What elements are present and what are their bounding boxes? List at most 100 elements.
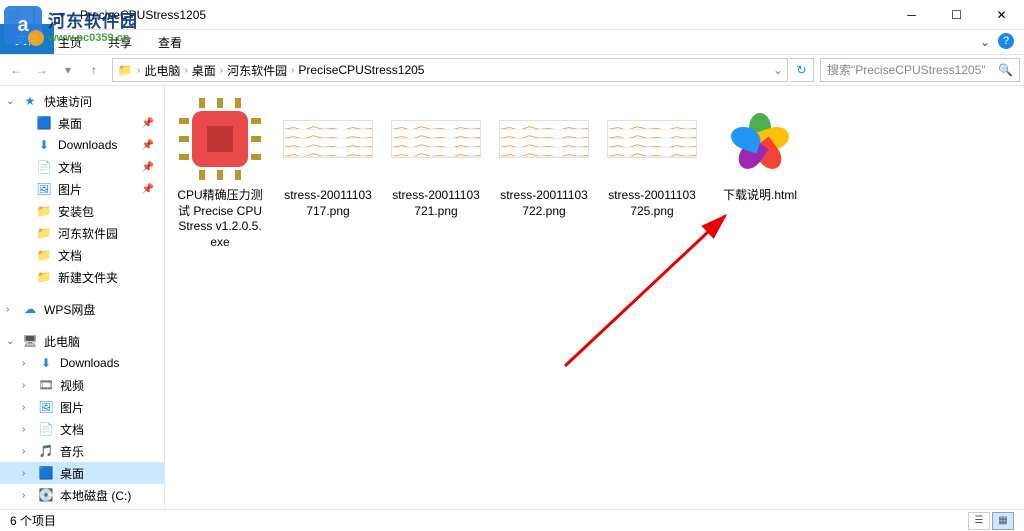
help-button[interactable]: ? <box>998 33 1014 49</box>
doc-icon: 📄 <box>36 159 52 175</box>
navigation-pane: ⌄ ★ 快速访问 🟦桌面📌⬇Downloads📌📄文档📌🖼图片📌📁安装包📁河东软… <box>0 86 165 509</box>
sidebar-item-label: 图片 <box>58 181 82 198</box>
sidebar-this-pc[interactable]: ⌄ 🖥 此电脑 <box>0 330 164 352</box>
expand-icon[interactable]: › <box>6 304 16 315</box>
ribbon: 文件 主页 共享 查看 ⌄ ? <box>0 30 1024 54</box>
pic-icon: 🖼 <box>36 181 52 197</box>
sidebar-item-label: 河东软件园 <box>58 225 118 242</box>
sidebar-item[interactable]: 🟦桌面📌 <box>0 112 164 134</box>
sidebar-item[interactable]: › 🟦 桌面 <box>0 462 164 484</box>
dl-icon: ⬇ <box>36 137 52 153</box>
sidebar-item-label: 文档 <box>60 421 84 438</box>
search-input[interactable] <box>827 63 998 77</box>
expand-icon[interactable]: › <box>22 402 32 413</box>
sidebar-item[interactable]: ⬇Downloads📌 <box>0 134 164 156</box>
sidebar-item-label: 桌面 <box>60 465 84 482</box>
sidebar-item[interactable]: ›🖼图片 <box>0 396 164 418</box>
file-item[interactable]: stress-20011103725.png <box>607 94 697 219</box>
chevron-right-icon: › <box>137 65 140 76</box>
sidebar-item[interactable]: 📁 新建文件夹 <box>0 266 164 288</box>
back-button[interactable]: ← <box>4 58 28 82</box>
sidebar-item[interactable]: ›🎵音乐 <box>0 440 164 462</box>
sidebar-item-label: 音乐 <box>60 443 84 460</box>
sidebar-item[interactable]: ›⬇Downloads <box>0 352 164 374</box>
file-pane[interactable]: CPU精确压力测试 Precise CPU Stress v1.2.0.5.ex… <box>165 86 1024 509</box>
pin-icon: 📌 <box>142 140 154 151</box>
png-thumbnail <box>283 120 373 158</box>
file-item[interactable]: CPU精确压力测试 Precise CPU Stress v1.2.0.5.ex… <box>175 94 265 250</box>
dl-icon: ⬇ <box>38 355 54 371</box>
search-icon[interactable]: 🔍 <box>998 63 1013 77</box>
qat-divider: ▏ <box>30 7 46 23</box>
sidebar-item-label: 图片 <box>60 399 84 416</box>
forward-button[interactable]: → <box>30 58 54 82</box>
up-button[interactable]: ↑ <box>82 58 106 82</box>
ribbon-expand-icon[interactable]: ⌄ <box>980 35 990 49</box>
sidebar-quick-access[interactable]: ⌄ ★ 快速访问 <box>0 90 164 112</box>
tab-home[interactable]: 主页 <box>54 32 86 53</box>
sidebar-item-label: 文档 <box>58 159 82 176</box>
sidebar-item[interactable]: 🖼图片📌 <box>0 178 164 200</box>
cloud-icon: ☁ <box>22 301 38 317</box>
png-thumbnail <box>391 120 481 158</box>
sidebar-item-label: 安装包 <box>58 203 94 220</box>
navigation-bar: ← → ▾ ↑ 📁 › 此电脑 › 桌面 › 河东软件园 › PreciseCP… <box>0 54 1024 86</box>
address-bar[interactable]: 📁 › 此电脑 › 桌面 › 河东软件园 › PreciseCPUStress1… <box>112 58 788 82</box>
maximize-button[interactable]: ☐ <box>934 0 979 30</box>
folder-icon: 📁 <box>36 269 52 285</box>
file-item[interactable]: stress-20011103722.png <box>499 94 589 219</box>
minimize-button[interactable]: ─ <box>889 0 934 30</box>
sidebar-wps[interactable]: › ☁ WPS网盘 <box>0 298 164 320</box>
pin-icon: 📌 <box>142 162 154 173</box>
expand-icon[interactable]: › <box>22 358 32 369</box>
history-dropdown[interactable]: ▾ <box>56 58 80 82</box>
sidebar-item-label: 此电脑 <box>44 333 80 350</box>
file-label: 下载说明.html <box>723 188 797 204</box>
qat-dropdown-icon[interactable]: ▾ <box>54 7 70 23</box>
sidebar-item[interactable]: ›💽本地磁盘 (C:) <box>0 484 164 506</box>
file-item[interactable]: stress-20011103717.png <box>283 94 373 219</box>
sidebar-item[interactable]: 📄 文档 📌 <box>0 156 164 178</box>
sidebar-item-label: 新建文件夹 <box>58 269 118 286</box>
sidebar-item[interactable]: 📁河东软件园 <box>0 222 164 244</box>
window-controls: ─ ☐ ✕ <box>889 0 1024 30</box>
file-item[interactable]: stress-20011103721.png <box>391 94 481 219</box>
sidebar-item[interactable]: 📁文档 <box>0 244 164 266</box>
expand-icon[interactable]: › <box>22 446 32 457</box>
expand-icon[interactable]: › <box>22 490 32 501</box>
sidebar-item-label: 视频 <box>60 377 84 394</box>
sidebar-item-label: 桌面 <box>58 115 82 132</box>
chevron-right-icon: › <box>291 65 294 76</box>
file-label: CPU精确压力测试 Precise CPU Stress v1.2.0.5.ex… <box>175 188 265 250</box>
address-dropdown-icon[interactable]: ⌄ <box>773 63 783 77</box>
video-icon: 🎞 <box>38 377 54 393</box>
details-view-button[interactable]: ☰ <box>968 512 990 530</box>
doc-icon: 📄 <box>38 421 54 437</box>
sidebar-item[interactable]: › 🎞 视频 <box>0 374 164 396</box>
expand-icon[interactable]: › <box>22 424 32 435</box>
tab-view[interactable]: 查看 <box>154 32 186 53</box>
breadcrumb[interactable]: 此电脑 <box>144 62 180 79</box>
refresh-button[interactable]: ↻ <box>790 58 814 82</box>
expand-icon[interactable]: › <box>22 380 32 391</box>
breadcrumb[interactable]: 桌面 <box>192 62 216 79</box>
close-button[interactable]: ✕ <box>979 0 1024 30</box>
folder-icon: 📁 <box>36 203 52 219</box>
sidebar-item[interactable]: 📁 安装包 <box>0 200 164 222</box>
file-item[interactable]: 下载说明.html <box>715 94 805 204</box>
breadcrumb[interactable]: 河东软件园 <box>227 62 287 79</box>
desktop-icon: 🟦 <box>38 465 54 481</box>
file-tab[interactable]: 文件 <box>0 24 54 54</box>
titlebar: 📁 ▏ ▾ PreciseCPUStress1205 ─ ☐ ✕ <box>0 0 1024 30</box>
sidebar-item[interactable]: › 📄 文档 <box>0 418 164 440</box>
expand-icon[interactable]: › <box>22 468 32 479</box>
search-box[interactable]: 🔍 <box>820 58 1020 82</box>
breadcrumb[interactable]: PreciseCPUStress1205 <box>298 63 424 77</box>
icons-view-button[interactable]: ▦ <box>992 512 1014 530</box>
folder-icon: 📁 <box>6 7 22 23</box>
png-thumbnail <box>499 120 589 158</box>
expand-icon[interactable]: ⌄ <box>6 336 16 347</box>
sidebar-item-label: WPS网盘 <box>44 301 95 318</box>
tab-share[interactable]: 共享 <box>104 32 136 53</box>
expand-icon[interactable]: ⌄ <box>6 96 16 107</box>
